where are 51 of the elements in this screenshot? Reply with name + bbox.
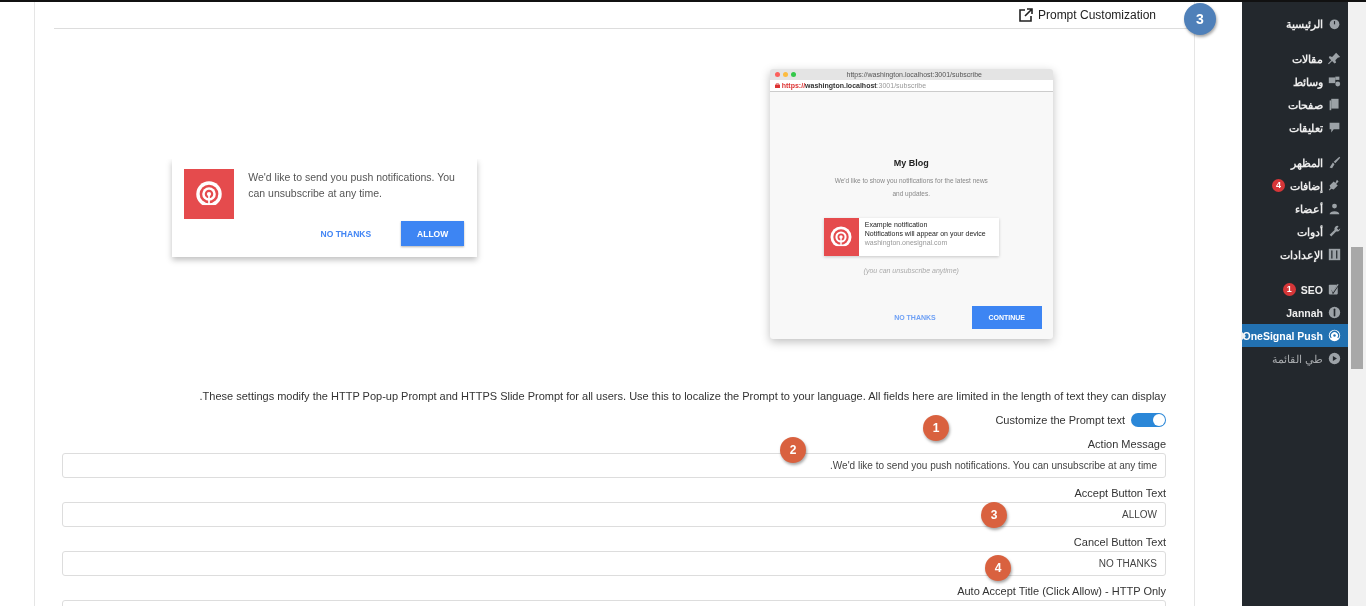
dismiss-button[interactable]: NO THANKS [304, 221, 388, 246]
media-icon [1328, 75, 1341, 88]
external-link-icon[interactable] [1017, 7, 1034, 23]
menu-item[interactable]: وسائط [1242, 70, 1348, 93]
allow-button[interactable]: ALLOW [401, 221, 465, 246]
count-badge: 1 [1282, 283, 1296, 296]
field-label: Auto Accept Title (Click Allow) - HTTP Only [957, 584, 1166, 599]
section-title: Prompt Customization [1037, 8, 1156, 22]
menu-item[interactable]: أدوات [1242, 220, 1348, 243]
text-field[interactable]: We'd like to send you push notifications. You can unsubscribe at any time. [62, 453, 1166, 478]
field-label: Cancel Button Text [1073, 535, 1166, 550]
person-icon [1328, 202, 1341, 215]
brush-icon [1328, 156, 1341, 169]
menu-item[interactable]: طي القائمة [1242, 347, 1348, 370]
checkmark-icon [1328, 283, 1341, 296]
pages-icon [1328, 98, 1341, 111]
menu-item[interactable]: OneSignal Push [1242, 324, 1348, 347]
sliders-icon [1328, 248, 1341, 261]
menu-item[interactable]: الإعدادات [1242, 243, 1348, 266]
menu-item[interactable]: صفحات [1242, 93, 1348, 116]
lock-icon [774, 83, 780, 88]
field-label: Accept Button Text [1074, 486, 1166, 501]
toggle-switch[interactable] [1131, 413, 1166, 427]
menu-item[interactable]: المظهر [1242, 151, 1348, 174]
pin-icon [1328, 52, 1341, 65]
play-icon [1328, 352, 1341, 365]
minimize-dot[interactable] [782, 72, 788, 77]
count-badge: 4 [1272, 179, 1285, 192]
description-text: These settings modify the HTTP Pop-up Prompt and HTTPS Slide Prompt for all users. Use this to localize the Prompt to your language. All fields here are limited in the length of text they can display. [198, 389, 1166, 404]
gauge-icon [1328, 17, 1341, 30]
step-marker: 2 [780, 437, 806, 463]
plug-icon [1328, 179, 1341, 192]
menu-item[interactable]: أعضاء [1242, 197, 1348, 220]
signal-icon [1328, 329, 1341, 342]
prompt-message: We'd like to send you push notifications. You can unsubscribe at any time. [248, 170, 456, 201]
menu-item[interactable]: مقالات [1242, 47, 1348, 70]
toggle-label: Customize the Prompt text [995, 414, 1125, 426]
info-icon [1328, 306, 1341, 319]
step-marker: 3 [1184, 3, 1216, 35]
field-label: Action Message [1087, 437, 1166, 452]
menu-item[interactable]: 1 SEO [1242, 278, 1348, 301]
step-marker: 1 [923, 415, 949, 441]
scrollbar-thumb[interactable] [1351, 247, 1363, 369]
speech-bubble-icon [1328, 121, 1341, 134]
site-title: My Blog [893, 158, 929, 168]
menu-item[interactable]: Jannah [1242, 301, 1348, 324]
wrench-icon [1328, 225, 1341, 238]
close-dot[interactable] [774, 72, 780, 77]
maximize-dot[interactable] [790, 72, 796, 77]
menu-item[interactable]: تعليقات [1242, 116, 1348, 139]
menu-item[interactable]: الرئيسية [1242, 12, 1348, 35]
